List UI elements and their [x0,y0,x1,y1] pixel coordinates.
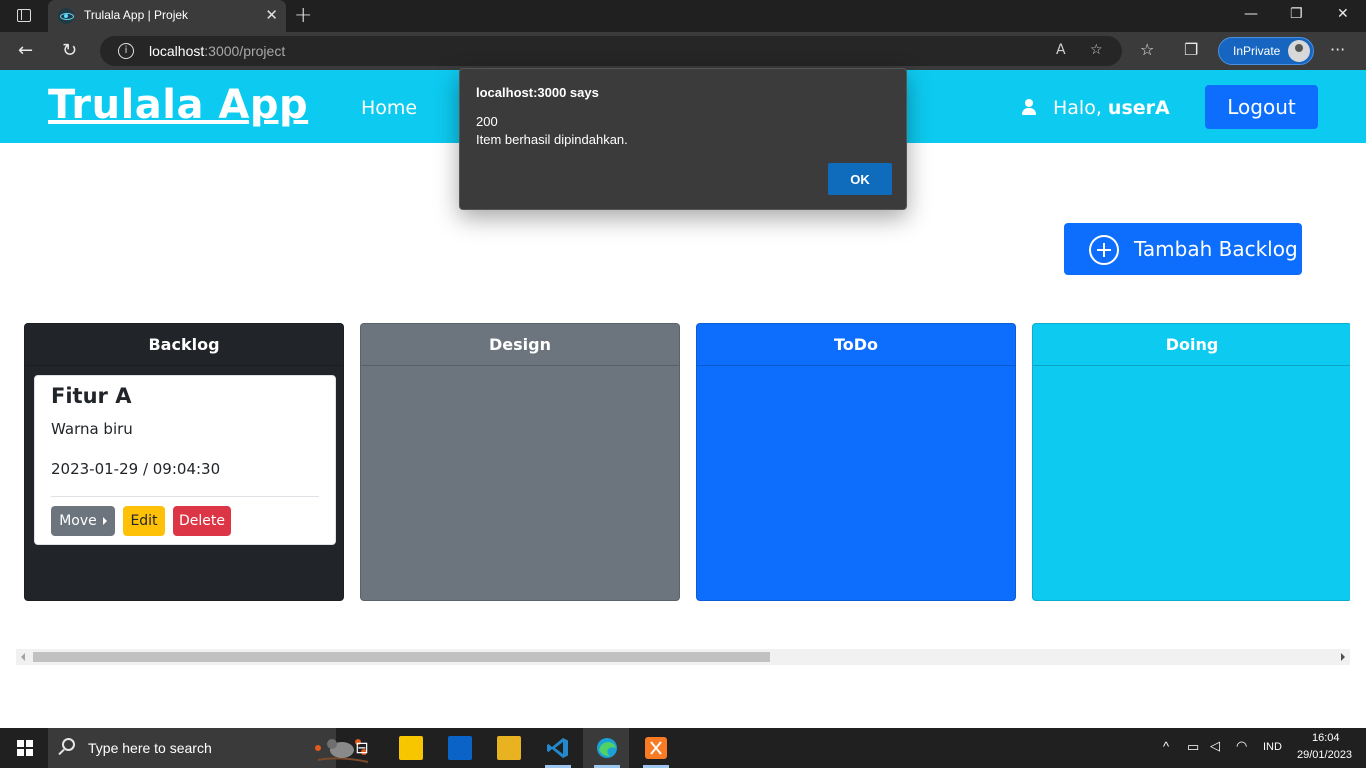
search-placeholder: Type here to search [88,740,212,756]
nav-home-link[interactable]: Home [361,97,417,119]
favorite-star-icon[interactable]: ☆ [1090,42,1103,58]
taskbar-search[interactable]: Type here to search [48,728,369,768]
url-text[interactable]: localhost:3000/project [149,43,285,59]
read-aloud-icon[interactable]: A [1056,42,1066,58]
alert-dialog: localhost:3000 says 200 Item berhasil di… [459,68,907,210]
user-icon [1021,99,1037,115]
clock-time[interactable]: 16:04 [1312,732,1340,744]
edge-browser-icon[interactable] [595,736,619,760]
horizontal-scrollbar[interactable] [16,649,1350,665]
scroll-left-arrow-icon[interactable] [21,653,25,661]
logout-button[interactable]: Logout [1205,85,1318,129]
column-title: Backlog [25,324,343,366]
column-title: ToDo [697,324,1015,366]
battery-icon[interactable]: ▭ [1187,739,1199,755]
caret-right-icon [102,517,107,525]
browser-tab[interactable]: Trulala App | Projek ✕ [48,0,286,32]
minimize-button[interactable]: — [1244,6,1258,22]
file-explorer-icon[interactable] [497,736,521,760]
clock-date[interactable]: 29/01/2023 [1297,749,1352,761]
delete-button[interactable]: Delete [173,506,231,536]
column-backlog: Backlog Fitur A Warna biru 2023-01-29 / … [24,323,344,601]
dialog-status-code: 200 [476,114,498,129]
search-icon [62,738,75,751]
tab-title: Trulala App | Projek [84,8,189,22]
favorites-icon[interactable]: ☆ [1140,40,1154,59]
site-info-icon[interactable]: i [118,43,134,59]
column-doing: Doing [1032,323,1350,601]
edit-button[interactable]: Edit [123,506,165,536]
tab-actions-icon[interactable] [10,7,38,25]
column-design: Design [360,323,680,601]
xampp-icon[interactable] [644,736,668,760]
ok-button[interactable]: OK [828,163,892,195]
column-title: Design [361,324,679,366]
collections-icon[interactable]: ❐ [1184,40,1198,59]
add-backlog-label: Tambah Backlog [1134,237,1298,261]
windows-start-icon[interactable] [17,740,33,756]
address-bar: ← ↻ i localhost:3000/project A ☆ ☆ ❐ InP… [0,32,1366,70]
dialog-title: localhost:3000 says [476,85,599,100]
new-tab-button[interactable]: + [294,3,312,28]
tab-close-icon[interactable]: ✕ [265,6,278,24]
inprivate-badge[interactable]: InPrivate [1218,37,1314,65]
plus-circle-icon [1089,235,1119,265]
task-card: Fitur A Warna biru 2023-01-29 / 09:04:30… [34,375,336,545]
restore-button[interactable]: ❐ [1290,6,1303,22]
window-close-button[interactable]: ✕ [1337,6,1349,22]
card-description: Warna biru [51,420,133,438]
dialog-message: Item berhasil dipindahkan. [476,132,628,147]
sticky-notes-icon[interactable] [399,736,423,760]
user-greeting: Halo, userA [1053,97,1170,119]
browser-tab-bar: Trulala App | Projek ✕ + — ❐ ✕ [0,0,1366,32]
brand-link[interactable]: Trulala App [48,82,308,128]
card-datetime: 2023-01-29 / 09:04:30 [51,460,221,478]
kanban-board: Backlog Fitur A Warna biru 2023-01-29 / … [16,323,1350,603]
vscode-icon[interactable] [546,736,570,760]
more-menu-icon[interactable]: ··· [1330,40,1345,59]
scroll-right-arrow-icon[interactable] [1341,653,1345,661]
card-divider [51,496,319,497]
username: userA [1107,97,1170,119]
language-indicator[interactable]: IND [1263,741,1282,753]
wifi-icon[interactable]: ◠ [1236,738,1247,754]
task-view-icon[interactable]: ⊟ [350,736,374,760]
url-field[interactable]: i localhost:3000/project A ☆ [100,36,1122,66]
tray-chevron-up-icon[interactable]: ^ [1163,739,1169,754]
react-favicon-icon [58,8,74,24]
volume-icon[interactable]: ◁ [1210,738,1220,754]
refresh-icon[interactable]: ↻ [62,40,77,61]
profile-avatar [1288,40,1310,62]
mail-icon[interactable] [448,736,472,760]
add-backlog-button[interactable]: Tambah Backlog [1064,223,1302,275]
windows-taskbar: Type here to search ⊟ ^ ▭ ◁ ◠ IND 16:04 … [0,728,1366,768]
column-todo: ToDo [696,323,1016,601]
scrollbar-thumb[interactable] [33,652,770,662]
card-title: Fitur A [51,384,132,408]
back-arrow-icon[interactable]: ← [18,40,33,61]
move-button[interactable]: Move [51,506,115,536]
column-title: Doing [1033,324,1350,366]
